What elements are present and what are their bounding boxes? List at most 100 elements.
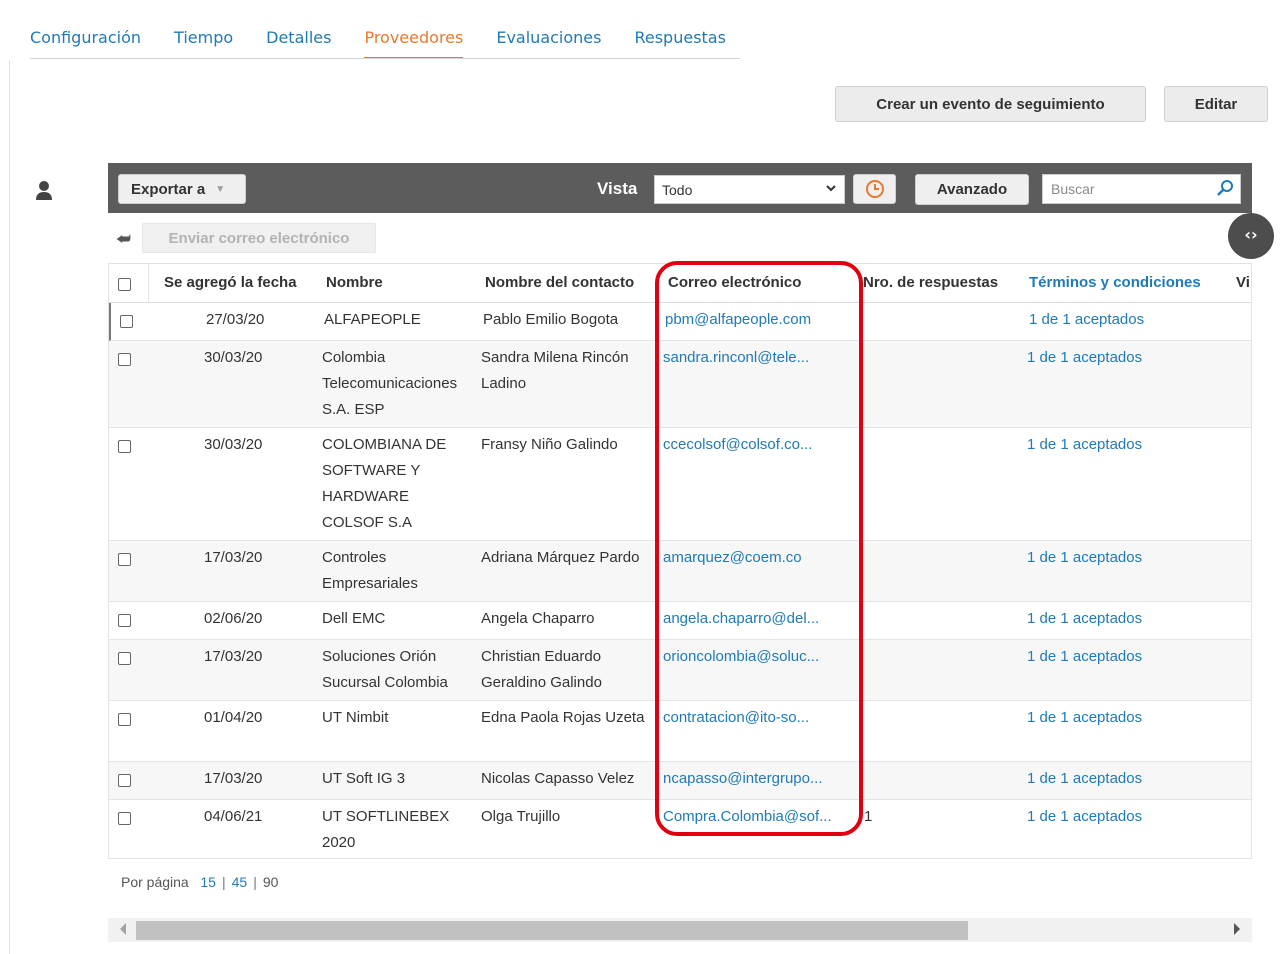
user-icon[interactable] — [34, 180, 54, 202]
row-email-link[interactable]: pbm@alfapeople.com — [665, 307, 860, 333]
chevron-down-icon: ▼ — [215, 183, 226, 195]
table-row[interactable]: 02/06/20 Dell EMC Angela Chaparro angela… — [109, 602, 1251, 640]
tab-detalles[interactable]: Detalles — [266, 0, 331, 60]
column-header-name[interactable]: Nombre — [326, 272, 478, 294]
row-contact: Angela Chaparro — [481, 610, 595, 627]
row-contact: Adriana Márquez Pardo — [481, 549, 640, 566]
suppliers-table: Se agregó la fecha Nombre Nombre del con… — [108, 263, 1252, 859]
view-value: Todo — [662, 182, 693, 198]
tab-tiempo[interactable]: Tiempo — [174, 0, 233, 60]
row-checkbox[interactable] — [118, 440, 131, 453]
per-page-option-90[interactable]: 90 — [263, 874, 279, 890]
tabs-underline — [30, 58, 740, 59]
send-email-button: Enviar correo electrónico — [142, 223, 376, 253]
column-header-responses[interactable]: Nro. de respuestas — [863, 272, 998, 294]
column-divider — [148, 264, 149, 303]
search-icon[interactable] — [1216, 179, 1234, 197]
row-contact: Christian Eduardo Geraldino Galindo — [481, 648, 602, 691]
table-row[interactable]: 30/03/20 COLOMBIANA DE SOFTWARE Y HARDWA… — [109, 428, 1251, 541]
row-name: ALFAPEOPLE — [324, 311, 421, 328]
tab-bar: Configuración Tiempo Detalles Proveedore… — [30, 0, 759, 60]
view-label: Vista — [597, 179, 638, 198]
search-input[interactable] — [1043, 175, 1213, 203]
row-email-link[interactable]: ccecolsof@colsof.co... — [663, 432, 858, 458]
left-divider — [9, 60, 10, 954]
select-all-checkbox[interactable] — [118, 278, 131, 291]
row-contact: Pablo Emilio Bogota — [483, 311, 619, 328]
row-date: 30/03/20 — [204, 349, 263, 366]
row-email-link[interactable]: contratacion@ito-so... — [663, 705, 858, 731]
view-select[interactable]: Todo — [654, 175, 845, 204]
table-row[interactable]: 17/03/20 Soluciones Orión Sucursal Colom… — [109, 640, 1251, 701]
table-row[interactable]: 30/03/20 Colombia Telecomunicaciones S.A… — [109, 341, 1251, 428]
table-row[interactable]: 01/04/20 UT Nimbit Edna Paola Rojas Uzet… — [109, 701, 1251, 762]
back-arrow-icon[interactable]: ⮨ — [116, 231, 131, 249]
horizontal-scrollbar[interactable] — [108, 918, 1252, 942]
code-toggle-button[interactable]: ‹› — [1228, 213, 1274, 259]
table-row[interactable]: 17/03/20 Controles Empresariales Adriana… — [109, 541, 1251, 602]
per-page-label: Por página — [121, 874, 189, 890]
export-label: Exportar a — [131, 180, 206, 198]
chevron-down-icon — [826, 185, 836, 192]
row-terms-link[interactable]: 1 de 1 aceptados — [1027, 766, 1142, 792]
row-email-link[interactable]: sandra.rinconl@tele... — [663, 345, 858, 371]
scrollbar-thumb[interactable] — [136, 921, 968, 940]
row-terms-link[interactable]: 1 de 1 aceptados — [1027, 705, 1142, 731]
column-header-date[interactable]: Se agregó la fecha — [164, 272, 297, 294]
tab-proveedores[interactable]: Proveedores — [364, 0, 463, 60]
code-icon: ‹› — [1244, 225, 1258, 244]
row-email-link[interactable]: amarquez@coem.co — [663, 545, 858, 571]
column-header-vi[interactable]: Vi — [1236, 272, 1250, 294]
tab-respuestas[interactable]: Respuestas — [634, 0, 725, 60]
edit-button[interactable]: Editar — [1164, 86, 1268, 122]
row-email-link[interactable]: orioncolombia@soluc... — [663, 644, 858, 670]
row-checkbox[interactable] — [118, 774, 131, 787]
create-follow-up-button[interactable]: Crear un evento de seguimiento — [835, 86, 1146, 122]
row-email-link[interactable]: angela.chaparro@del... — [663, 606, 858, 632]
row-email-link[interactable]: Compra.Colombia@sof... — [663, 804, 858, 830]
advanced-button[interactable]: Avanzado — [915, 174, 1029, 205]
tab-configuracion[interactable]: Configuración — [30, 0, 141, 60]
column-header-terms[interactable]: Términos y condiciones — [1029, 272, 1201, 294]
row-name: COLOMBIANA DE SOFTWARE Y HARDWARE COLSOF… — [322, 436, 447, 531]
row-terms-link[interactable]: 1 de 1 aceptados — [1027, 804, 1142, 830]
column-header-email[interactable]: Correo electrónico — [668, 272, 863, 294]
history-button[interactable] — [853, 174, 896, 204]
row-terms-link[interactable]: 1 de 1 aceptados — [1027, 606, 1142, 632]
row-checkbox[interactable] — [118, 713, 131, 726]
row-name: UT SOFTLINEBEX 2020 — [322, 808, 450, 851]
row-date: 17/03/20 — [204, 770, 263, 787]
row-date: 27/03/20 — [206, 311, 265, 328]
row-date: 30/03/20 — [204, 436, 263, 453]
row-checkbox[interactable] — [118, 553, 131, 566]
row-terms-link[interactable]: 1 de 1 aceptados — [1027, 345, 1142, 371]
per-page-option-15[interactable]: 15 — [200, 874, 216, 890]
tab-evaluaciones[interactable]: Evaluaciones — [496, 0, 601, 60]
row-name: Dell EMC — [322, 610, 386, 627]
row-checkbox[interactable] — [118, 353, 131, 366]
row-terms-link[interactable]: 1 de 1 aceptados — [1027, 644, 1142, 670]
row-email-link[interactable]: ncapasso@intergrupo... — [663, 766, 858, 792]
row-checkbox[interactable] — [118, 614, 131, 627]
row-checkbox[interactable] — [118, 812, 131, 825]
export-button[interactable]: Exportar a ▼ — [118, 174, 246, 204]
row-name: Colombia Telecomunicaciones S.A. ESP — [322, 349, 458, 418]
table-header: Se agregó la fecha Nombre Nombre del con… — [109, 264, 1251, 303]
table-row[interactable]: 27/03/20 ALFAPEOPLE Pablo Emilio Bogota … — [109, 303, 1251, 341]
row-terms-link[interactable]: 1 de 1 aceptados — [1029, 307, 1144, 333]
row-checkbox[interactable] — [120, 315, 133, 328]
table-toolbar: Exportar a ▼ Vista Todo Avanzado — [108, 163, 1252, 213]
per-page-option-45[interactable]: 45 — [232, 874, 248, 890]
row-name: UT Soft IG 3 — [322, 770, 406, 787]
scroll-left-icon[interactable] — [120, 923, 126, 935]
row-terms-link[interactable]: 1 de 1 aceptados — [1027, 545, 1142, 571]
column-header-contact[interactable]: Nombre del contacto — [485, 272, 663, 294]
table-row[interactable]: 04/06/21 UT SOFTLINEBEX 2020 Olga Trujil… — [109, 800, 1251, 858]
row-name: Soluciones Orión Sucursal Colombia — [322, 648, 448, 691]
row-name: Controles Empresariales — [322, 549, 418, 592]
row-terms-link[interactable]: 1 de 1 aceptados — [1027, 432, 1142, 458]
search-box — [1042, 174, 1241, 204]
table-row[interactable]: 17/03/20 UT Soft IG 3 Nicolas Capasso Ve… — [109, 762, 1251, 800]
row-checkbox[interactable] — [118, 652, 131, 665]
scroll-right-icon[interactable] — [1234, 923, 1240, 935]
